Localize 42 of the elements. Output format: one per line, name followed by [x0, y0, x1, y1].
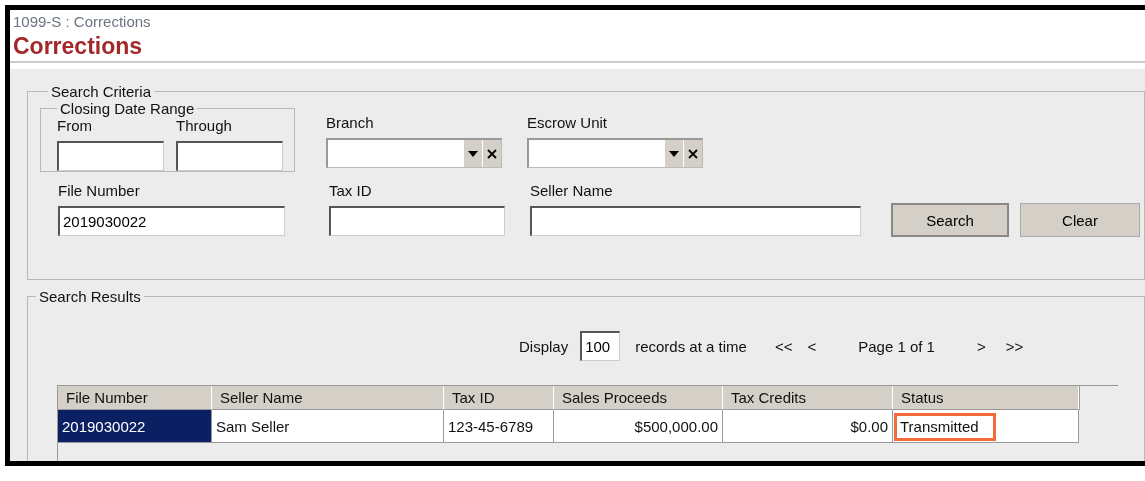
column-header[interactable]: Sales Proceeds [554, 386, 723, 410]
table-cell[interactable]: 123-45-6789 [444, 410, 554, 443]
table-cell[interactable]: $0.00 [723, 410, 893, 443]
column-header[interactable]: Tax ID [444, 386, 554, 410]
previous-page-link[interactable]: < [807, 337, 817, 355]
table-cell[interactable]: 2019030022 [58, 410, 212, 443]
table-cell[interactable]: $500,000.00 [554, 410, 723, 443]
field-label: Branch [326, 114, 375, 132]
display-label: Display [519, 337, 569, 355]
search-button[interactable]: Search [891, 203, 1009, 237]
clear-icon[interactable] [683, 140, 702, 167]
page-title: Corrections [13, 32, 144, 61]
last-page-link[interactable]: >> [1005, 337, 1024, 355]
next-page-link[interactable]: > [976, 337, 986, 355]
group-legend: Search Results [36, 288, 144, 305]
through-date-field[interactable] [176, 141, 283, 171]
first-page-link[interactable]: << [774, 337, 793, 355]
tax-id-field[interactable] [329, 206, 505, 236]
field-label: Escrow Unit [527, 114, 609, 132]
group-legend: Search Criteria [48, 83, 155, 100]
field-label: Through [176, 117, 233, 135]
field-label: Tax ID [329, 182, 373, 200]
highlight-box: Transmitted [894, 413, 996, 441]
column-header[interactable]: Seller Name [212, 386, 444, 410]
page-indicator: Page 1 of 1 [858, 337, 935, 355]
page-size-field[interactable]: 100 [580, 331, 621, 361]
file-number-field[interactable]: 2019030022 [58, 206, 285, 236]
breadcrumb: 1099-S : Corrections [13, 13, 152, 31]
seller-name-field[interactable] [530, 206, 861, 236]
field-label: File Number [58, 182, 141, 200]
field-label: Seller Name [530, 182, 614, 200]
from-date-field[interactable] [57, 141, 164, 171]
column-header[interactable]: Status [893, 386, 1079, 410]
column-header[interactable]: File Number [58, 386, 212, 410]
records-label: records at a time [635, 337, 747, 355]
column-header[interactable]: Tax Credits [723, 386, 893, 410]
group-legend: Closing Date Range [57, 100, 198, 117]
table-cell[interactable]: Sam Seller [212, 410, 444, 443]
clear-icon[interactable] [482, 140, 501, 167]
table-cell[interactable]: Transmitted [893, 410, 1079, 443]
clear-button[interactable]: Clear [1020, 203, 1140, 237]
field-label: From [57, 117, 93, 135]
